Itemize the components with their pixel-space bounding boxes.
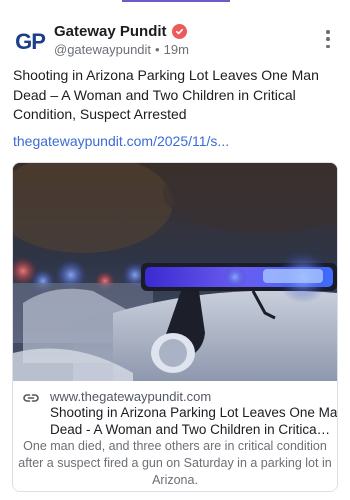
verified-badge-icon <box>171 23 187 39</box>
card-title-line-1: Shooting in Arizona Parking Lot Leaves O… <box>50 405 338 420</box>
card-description: One man died, and three others are in cr… <box>18 439 332 487</box>
card-body: www.thegatewaypundit.com Shooting in Ari… <box>13 381 337 491</box>
avatar[interactable]: GP <box>10 22 50 62</box>
card-title-line-2: Dead - A Woman and Two Children in Criti… <box>50 422 332 437</box>
post: GP Gateway Pundit @gatewaypundit • 19m S… <box>0 0 350 500</box>
post-time: 19m <box>163 42 189 57</box>
meta-separator: • <box>155 42 160 57</box>
post-header: Gateway Pundit @gatewaypundit • 19m <box>54 22 304 58</box>
post-link[interactable]: thegatewaypundit.com/2025/11/s... <box>13 132 333 151</box>
more-vertical-icon[interactable] <box>324 30 332 48</box>
card-title: Shooting in Arizona Parking Lot Leaves O… <box>50 404 338 438</box>
card-image <box>13 163 337 381</box>
author-handle[interactable]: @gatewaypundit <box>54 42 151 57</box>
meta-row: @gatewaypundit • 19m <box>54 42 304 57</box>
link-icon <box>23 391 39 405</box>
author-name[interactable]: Gateway Pundit <box>54 23 167 40</box>
post-text: Shooting in Arizona Parking Lot Leaves O… <box>13 67 319 122</box>
avatar-logo-text: GP <box>15 29 46 54</box>
name-row: Gateway Pundit <box>54 22 304 40</box>
card-domain: www.thegatewaypundit.com <box>50 389 212 404</box>
link-preview-card[interactable]: www.thegatewaypundit.com Shooting in Ari… <box>12 162 338 492</box>
